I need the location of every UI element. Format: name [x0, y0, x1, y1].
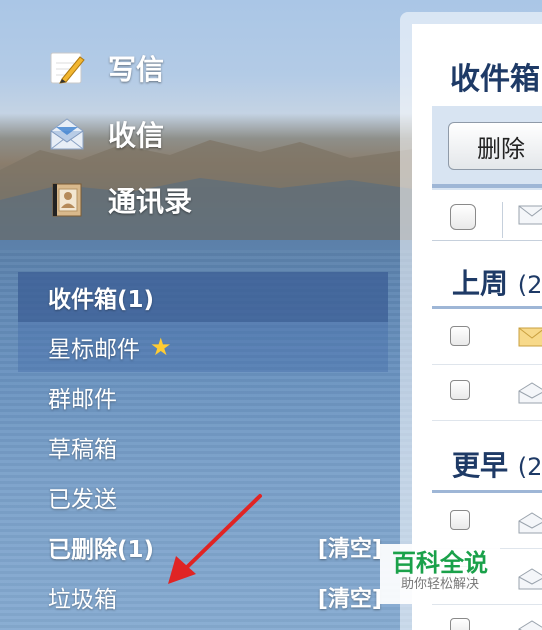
toolbar-divider	[432, 184, 542, 188]
row-divider	[432, 420, 542, 421]
read-envelope-icon	[518, 382, 542, 404]
group-label: 上周	[452, 267, 509, 300]
contacts-label: 通讯录	[108, 185, 193, 218]
folder-label: 已发送	[48, 487, 117, 513]
group-divider	[432, 306, 542, 309]
row-divider	[432, 364, 542, 365]
empty-spam-link[interactable]: [清空]	[318, 572, 382, 622]
read-envelope-icon	[518, 568, 542, 590]
read-envelope-icon	[518, 512, 542, 534]
watermark-subtitle: 助你轻松解决	[400, 577, 479, 592]
compose-icon	[50, 52, 85, 84]
folder-label: 星标邮件	[48, 337, 140, 363]
group-count: (2	[517, 271, 542, 299]
folder-group-mail[interactable]: 群邮件	[18, 372, 388, 422]
mail-row-checkbox[interactable]	[450, 510, 470, 530]
address-book-icon	[52, 183, 82, 217]
empty-deleted-link[interactable]: [清空]	[318, 522, 382, 572]
select-all-checkbox[interactable]	[450, 204, 476, 230]
folder-label: 群邮件	[48, 387, 117, 413]
open-envelope-icon	[50, 118, 84, 150]
receive-mail-button[interactable]: 收信	[48, 114, 164, 154]
folder-label: 垃圾箱	[48, 587, 117, 613]
unread-envelope-icon	[518, 327, 542, 347]
group-last-week: 上周 (2	[452, 262, 542, 302]
annotation-arrow-icon	[168, 494, 262, 584]
group-divider	[432, 490, 542, 493]
folder-drafts[interactable]: 草稿箱	[18, 422, 388, 472]
mail-list-panel: 收件箱 删除 上周 (2 更早 (2	[412, 24, 542, 630]
write-mail-button[interactable]: 写信	[48, 48, 164, 88]
folder-inbox[interactable]: 收件箱(1)	[18, 272, 388, 322]
group-label: 更早	[452, 449, 509, 482]
write-mail-label: 写信	[108, 53, 165, 86]
receive-mail-label: 收信	[108, 119, 165, 152]
mail-row-checkbox[interactable]	[450, 326, 470, 346]
folder-label: 已删除(1)	[48, 537, 155, 563]
envelope-header-icon	[518, 205, 542, 225]
row-divider	[432, 604, 542, 605]
contacts-button[interactable]: 通讯录	[48, 180, 192, 220]
watermark-title: 百科全说	[392, 549, 488, 577]
mail-row-checkbox[interactable]	[450, 380, 470, 400]
mail-row-checkbox[interactable]	[450, 618, 470, 630]
read-envelope-icon	[518, 620, 542, 630]
watermark-logo: 百科全说 助你轻松解决	[380, 544, 500, 604]
folder-label: 草稿箱	[48, 437, 117, 463]
group-count: (2	[517, 453, 542, 481]
folder-label: 收件箱(1)	[48, 287, 155, 313]
delete-button[interactable]: 删除	[448, 122, 542, 170]
group-earlier: 更早 (2	[452, 444, 542, 484]
header-separator	[502, 202, 503, 238]
page-title: 收件箱	[450, 62, 540, 97]
star-icon: ★	[150, 333, 172, 361]
folder-starred[interactable]: 星标邮件 ★	[18, 322, 388, 372]
